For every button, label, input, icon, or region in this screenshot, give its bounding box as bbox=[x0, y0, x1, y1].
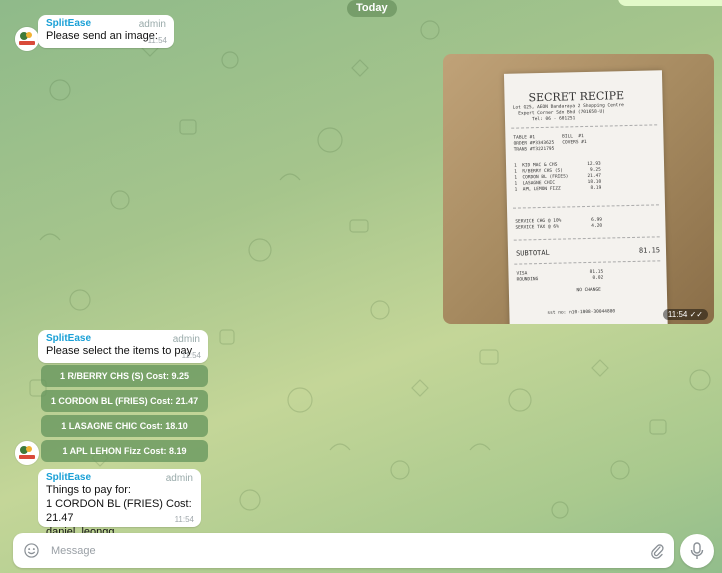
admin-tag: admin bbox=[165, 473, 193, 484]
message-time: 11:54 bbox=[174, 515, 194, 524]
receipt-subtotal-value: 81.15 bbox=[638, 246, 661, 255]
receipt-footer: sst no: n10-1808-30044880 bbox=[547, 309, 616, 316]
receipt-title: SECRET RECIPE bbox=[528, 89, 625, 105]
message-input[interactable] bbox=[49, 542, 643, 560]
receipt-payment: VISA 81.15 ROUNDING 0.02 NO CHANGE bbox=[516, 269, 604, 295]
receipt-divider bbox=[514, 260, 661, 265]
inline-button-cordon-bl[interactable]: 1 CORDON BL (FRIES) Cost: 21.47 bbox=[41, 390, 208, 412]
double-check-icon: ✓✓ bbox=[689, 310, 703, 319]
photo-time-badge: 11:54 ✓✓ bbox=[662, 309, 708, 320]
receipt-image: SECRET RECIPE Lot G25, AEON Bandaraya 2 … bbox=[503, 70, 669, 324]
receipt-items: 1 KID MAC & CHS 12.93 1 R/BERRY CHS (S) … bbox=[513, 161, 602, 193]
bot-avatar[interactable] bbox=[15, 441, 39, 465]
inline-button-apl-lemon[interactable]: 1 APL LEHON Fizz Cost: 8.19 bbox=[41, 440, 208, 462]
message-text: Please select the items to pay bbox=[46, 345, 193, 357]
paperclip-icon[interactable] bbox=[650, 542, 664, 559]
receipt-divider bbox=[513, 236, 660, 241]
message-bubble[interactable]: SplitEase admin Please select the items … bbox=[38, 330, 208, 363]
receipt-divider bbox=[511, 124, 658, 129]
message-time: 11:54 bbox=[147, 36, 167, 45]
receipt-charges: SERVICE CHG @ 10% 6.99 SERVICE TAX @ 6% … bbox=[515, 217, 603, 231]
microphone-icon bbox=[690, 542, 704, 559]
previous-outgoing-message bbox=[618, 0, 722, 6]
admin-tag: admin bbox=[172, 334, 200, 345]
bot-avatar[interactable] bbox=[15, 27, 39, 51]
splitease-logo-icon bbox=[15, 441, 39, 465]
receipt-photo[interactable]: SECRET RECIPE Lot G25, AEON Bandaraya 2 … bbox=[443, 54, 714, 324]
photo-time: 11:54 bbox=[667, 310, 688, 319]
receipt-header: Lot G25, AEON Bandaraya 2 Shopping Centr… bbox=[512, 103, 624, 123]
receipt-table-info: TABLE #1 BILL #1 ORDER #P3343625 COVERS … bbox=[513, 134, 587, 153]
splitease-logo-icon bbox=[15, 27, 39, 51]
admin-tag: admin bbox=[138, 19, 166, 30]
message-bubble[interactable]: SplitEase admin Things to pay for: 1 COR… bbox=[38, 469, 201, 538]
message-time: 11:54 bbox=[181, 351, 201, 360]
receipt-subtotal-label: SUBTOTAL bbox=[515, 248, 550, 258]
microphone-button[interactable] bbox=[680, 534, 714, 568]
smiley-icon[interactable] bbox=[24, 543, 39, 558]
inline-button-rberry[interactable]: 1 R/BERRY CHS (S) Cost: 9.25 bbox=[41, 365, 208, 387]
message-text: Things to pay for: 1 CORDON BL (FRIES) C… bbox=[46, 484, 192, 538]
message-composer bbox=[13, 533, 674, 568]
receipt-divider bbox=[512, 204, 659, 209]
message-bubble[interactable]: SplitEase admin Please send an image: 11… bbox=[38, 15, 174, 48]
inline-button-lasagne[interactable]: 1 LASAGNE CHIC Cost: 18.10 bbox=[41, 415, 208, 437]
date-separator: Today bbox=[347, 0, 397, 17]
